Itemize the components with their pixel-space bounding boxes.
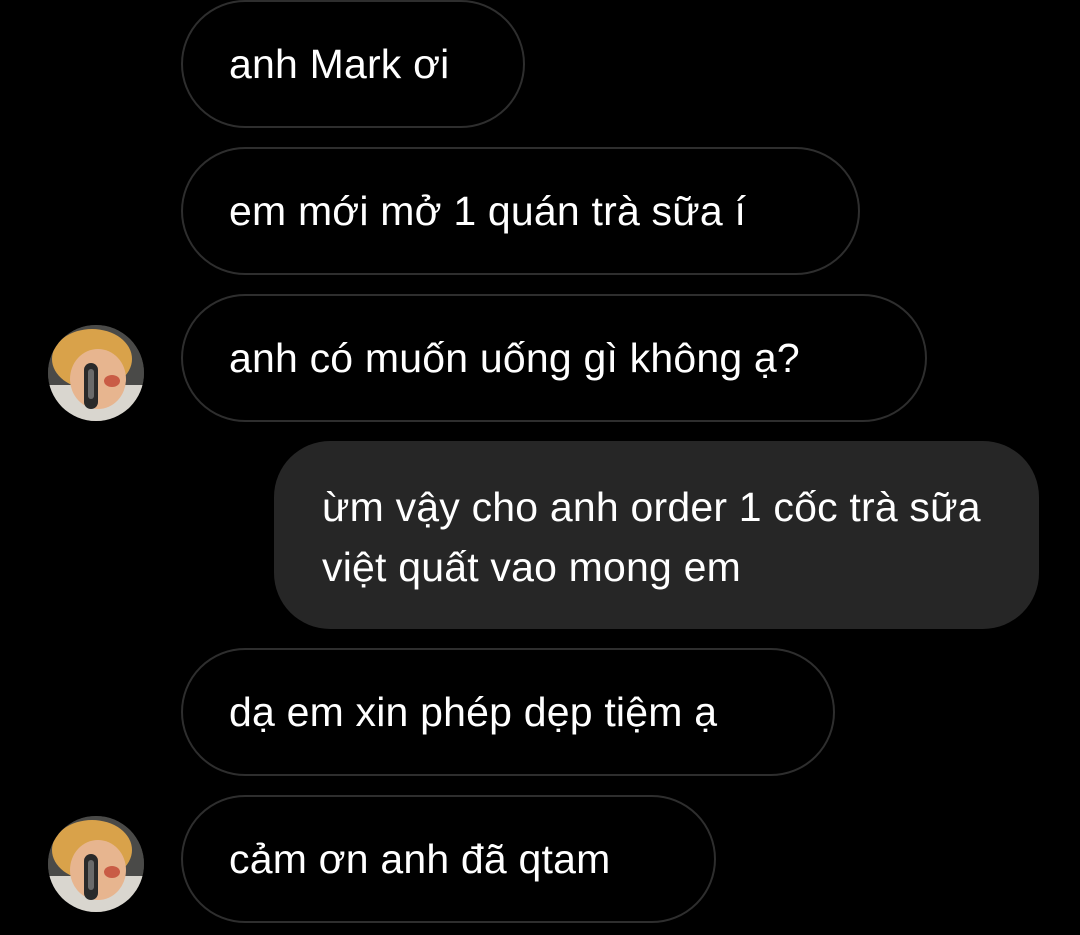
avatar-icon xyxy=(48,325,144,421)
avatar-icon xyxy=(48,816,144,912)
contact-avatar[interactable] xyxy=(48,816,144,912)
message-bubble-sent[interactable]: ừm vậy cho anh order 1 cốc trà sữa việt … xyxy=(274,441,1039,629)
message-text: em mới mở 1 quán trà sữa í xyxy=(229,188,747,234)
message-bubble-received[interactable]: anh Mark ơi xyxy=(181,0,525,128)
message-bubble-received[interactable]: dạ em xin phép dẹp tiệm ạ xyxy=(181,648,835,776)
message-bubble-received[interactable]: cảm ơn anh đã qtam xyxy=(181,795,716,923)
message-text: anh có muốn uống gì không ạ? xyxy=(229,335,800,381)
message-text: ừm vậy cho anh order 1 cốc trà sữa việt … xyxy=(322,484,981,590)
chat-thread: anh Mark ơi em mới mở 1 quán trà sữa í a… xyxy=(0,0,1080,935)
contact-avatar[interactable] xyxy=(48,325,144,421)
message-text: anh Mark ơi xyxy=(229,41,450,87)
message-text: cảm ơn anh đã qtam xyxy=(229,836,611,882)
message-bubble-received[interactable]: em mới mở 1 quán trà sữa í xyxy=(181,147,860,275)
message-text: dạ em xin phép dẹp tiệm ạ xyxy=(229,689,718,735)
message-bubble-received[interactable]: anh có muốn uống gì không ạ? xyxy=(181,294,927,422)
